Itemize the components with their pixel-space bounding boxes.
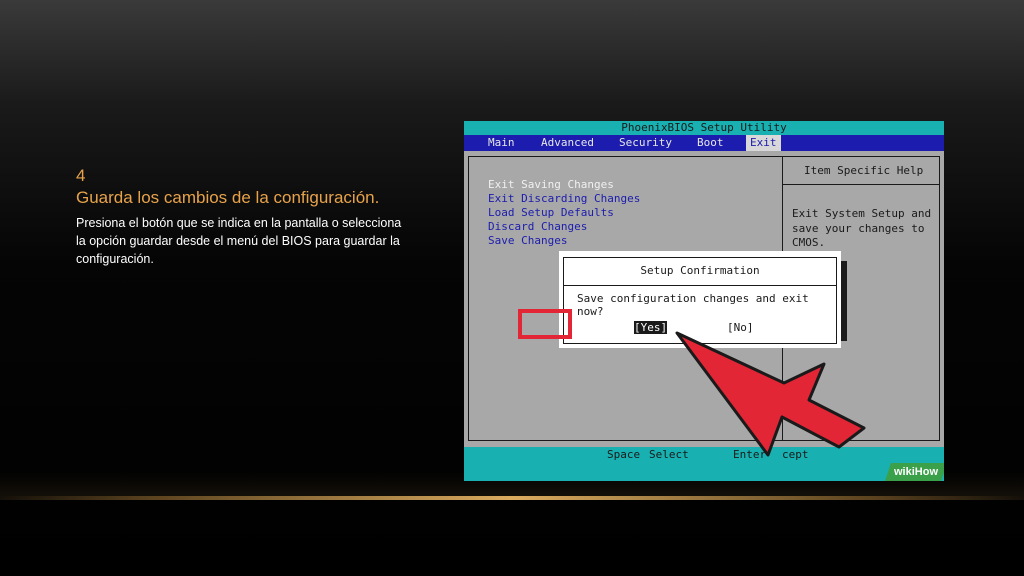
step-title: Guarda los cambios de la configuración. xyxy=(76,188,380,207)
step-number: 4 xyxy=(76,166,86,185)
pointer-arrow-icon xyxy=(675,331,866,457)
wikihow-watermark: wikiHow xyxy=(885,463,944,481)
step-description: Presiona el botón que se indica en la pa… xyxy=(76,216,402,266)
gold-horizon-line xyxy=(0,496,1024,500)
step-text-block: 4 Guarda los cambios de la configuración… xyxy=(76,166,406,268)
bios-screenshot: PhoenixBIOS Setup Utility Main Advanced … xyxy=(464,121,944,481)
